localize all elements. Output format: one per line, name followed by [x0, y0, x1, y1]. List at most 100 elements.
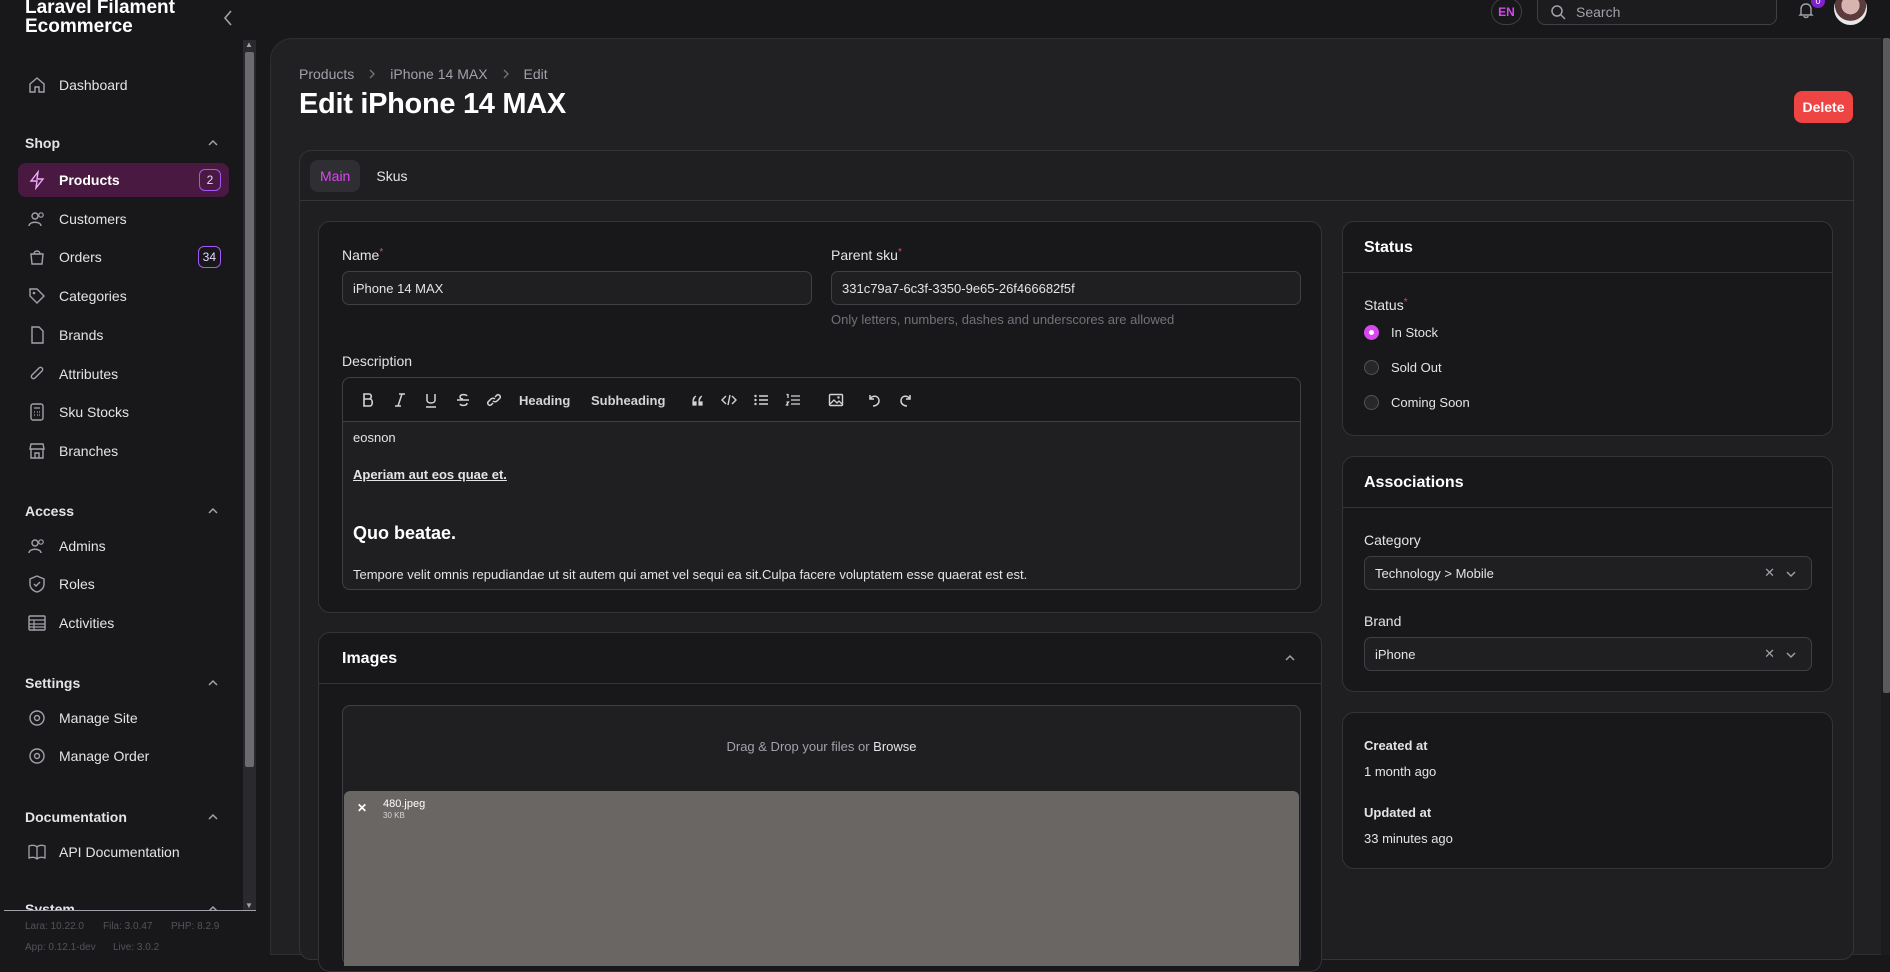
name-field[interactable]: iPhone 14 MAX [342, 271, 812, 305]
bullet-list-icon[interactable] [750, 389, 772, 411]
redo-icon[interactable] [895, 389, 917, 411]
sidebar-item-admins[interactable]: Admins [18, 529, 229, 563]
sidebar-item-label: Branches [59, 443, 119, 459]
sidebar-item-label: Activities [59, 615, 115, 631]
nav-group-shop[interactable]: Shop [25, 135, 220, 151]
breadcrumb-product[interactable]: iPhone 14 MAX [390, 66, 487, 82]
description-editor[interactable]: Heading Subheading eosnon Aperiam aut eo… [342, 377, 1301, 590]
description-link[interactable]: Aperiam aut eos quae et. [353, 467, 507, 482]
status-option-in-stock[interactable]: In Stock [1364, 325, 1438, 340]
chevron-down-icon[interactable] [1785, 568, 1797, 580]
sidebar-item-label: Manage Order [59, 748, 150, 764]
scroll-down-arrow-icon[interactable]: ▼ [245, 901, 253, 910]
sidebar-item-customers[interactable]: Customers [18, 202, 229, 236]
strikethrough-icon[interactable] [452, 389, 474, 411]
language-switch[interactable]: EN [1491, 0, 1522, 25]
nav-group-settings[interactable]: Settings [25, 675, 220, 691]
images-divider [319, 683, 1321, 684]
status-option-sold-out[interactable]: Sold Out [1364, 360, 1442, 375]
book-open-icon [27, 842, 47, 862]
sidebar-item-roles[interactable]: Roles [18, 567, 229, 601]
scroll-up-arrow-icon[interactable]: ▲ [245, 40, 253, 49]
ordered-list-icon[interactable] [782, 389, 804, 411]
sidebar-item-sku-stocks[interactable]: Sku Stocks [18, 395, 229, 429]
clear-icon[interactable]: ✕ [1764, 646, 1775, 662]
sidebar-item-label: Customers [59, 211, 127, 227]
sidebar-nav: Dashboard Shop Products 2 Customers Orde… [0, 40, 240, 910]
italic-icon[interactable] [389, 389, 411, 411]
sidebar-item-orders[interactable]: Orders 34 [18, 240, 229, 274]
radio-label: Coming Soon [1391, 395, 1470, 410]
nav-group-access[interactable]: Access [25, 503, 220, 519]
created-at-label: Created at [1364, 738, 1428, 753]
status-section-title: Status [1364, 239, 1413, 256]
undo-icon[interactable] [863, 389, 885, 411]
sidebar-item-manage-site[interactable]: Manage Site [18, 701, 229, 735]
chevron-up-icon[interactable] [1282, 650, 1298, 666]
shopping-bag-icon [27, 247, 47, 267]
radio-selected[interactable] [1364, 325, 1379, 340]
nav-group-system[interactable]: System [25, 901, 220, 910]
sidebar-item-manage-order[interactable]: Manage Order [18, 739, 229, 773]
sidebar-item-dashboard[interactable]: Dashboard [18, 68, 229, 102]
breadcrumb: Products iPhone 14 MAX Edit [299, 66, 548, 82]
parent-sku-field[interactable]: 331c79a7-6c3f-3350-9e65-26f466682f5f [831, 271, 1301, 305]
app-brand[interactable]: Laravel Filament Ecommerce [25, 0, 185, 36]
tab-skus[interactable]: Skus [366, 160, 417, 192]
sidebar-item-activities[interactable]: Activities [18, 606, 229, 640]
status-option-coming-soon[interactable]: Coming Soon [1364, 395, 1470, 410]
blockquote-icon[interactable] [687, 389, 709, 411]
sidebar-item-branches[interactable]: Branches [18, 434, 229, 468]
clear-icon[interactable]: ✕ [1764, 565, 1775, 581]
image-icon[interactable] [825, 389, 847, 411]
sidebar-item-attributes[interactable]: Attributes [18, 357, 229, 391]
breadcrumb-products[interactable]: Products [299, 66, 354, 82]
subheading-button[interactable]: Subheading [591, 389, 665, 411]
bold-icon[interactable] [357, 389, 379, 411]
collapse-sidebar-icon[interactable] [220, 8, 236, 28]
link-icon[interactable] [483, 389, 505, 411]
global-search[interactable] [1537, 0, 1777, 25]
chevron-down-icon[interactable] [1785, 649, 1797, 661]
nav-group-documentation[interactable]: Documentation [25, 809, 220, 825]
radio-unselected[interactable] [1364, 360, 1379, 375]
search-input[interactable] [1574, 2, 1764, 21]
gear-icon [27, 708, 47, 728]
sidebar-scrollbar[interactable]: ▲ ▼ [243, 40, 256, 910]
status-label-text: Status [1364, 297, 1404, 313]
gear-icon [27, 746, 47, 766]
sidebar-item-api-documentation[interactable]: API Documentation [18, 835, 229, 869]
name-label-text: Name [342, 247, 380, 263]
category-value: Technology > Mobile [1375, 565, 1494, 581]
document-icon [27, 325, 47, 345]
page-scroll-thumb[interactable] [1883, 38, 1890, 693]
tag-icon [27, 286, 47, 306]
version-app: App: 0.12.1-dev [25, 942, 96, 953]
brand-select[interactable]: iPhone ✕ [1364, 637, 1812, 671]
remove-file-icon[interactable]: ✕ [355, 801, 369, 815]
category-select[interactable]: Technology > Mobile ✕ [1364, 556, 1812, 590]
images-section-title: Images [342, 650, 398, 667]
sidebar-item-brands[interactable]: Brands [18, 318, 229, 352]
code-block-icon[interactable] [718, 389, 740, 411]
delete-button[interactable]: Delete [1794, 91, 1853, 123]
sidebar-item-label: Products [59, 172, 120, 188]
breadcrumb-current: Edit [523, 66, 548, 82]
sidebar-scroll-thumb[interactable] [245, 52, 254, 767]
sidebar-item-products[interactable]: Products 2 [18, 163, 229, 197]
page-scrollbar[interactable] [1881, 38, 1890, 955]
underline-icon[interactable] [420, 389, 442, 411]
file-name: 480.jpeg [383, 798, 426, 810]
radio-unselected[interactable] [1364, 395, 1379, 410]
required-marker: * [897, 247, 902, 258]
version-lara: Lara: 10.22.0 [25, 921, 84, 932]
image-dropzone[interactable]: Drag & Drop your files or Browse ✕ 480.j… [342, 705, 1301, 966]
heading-button[interactable]: Heading [519, 389, 570, 411]
sidebar-item-categories[interactable]: Categories [18, 279, 229, 313]
user-avatar[interactable] [1834, 0, 1867, 25]
browse-link[interactable]: Browse [873, 739, 916, 754]
tab-main[interactable]: Main [310, 160, 361, 192]
sidebar-item-label: Admins [59, 538, 106, 554]
sidebar: Laravel Filament Ecommerce Dashboard Sho… [0, 0, 256, 955]
updated-at-value: 33 minutes ago [1364, 831, 1453, 846]
